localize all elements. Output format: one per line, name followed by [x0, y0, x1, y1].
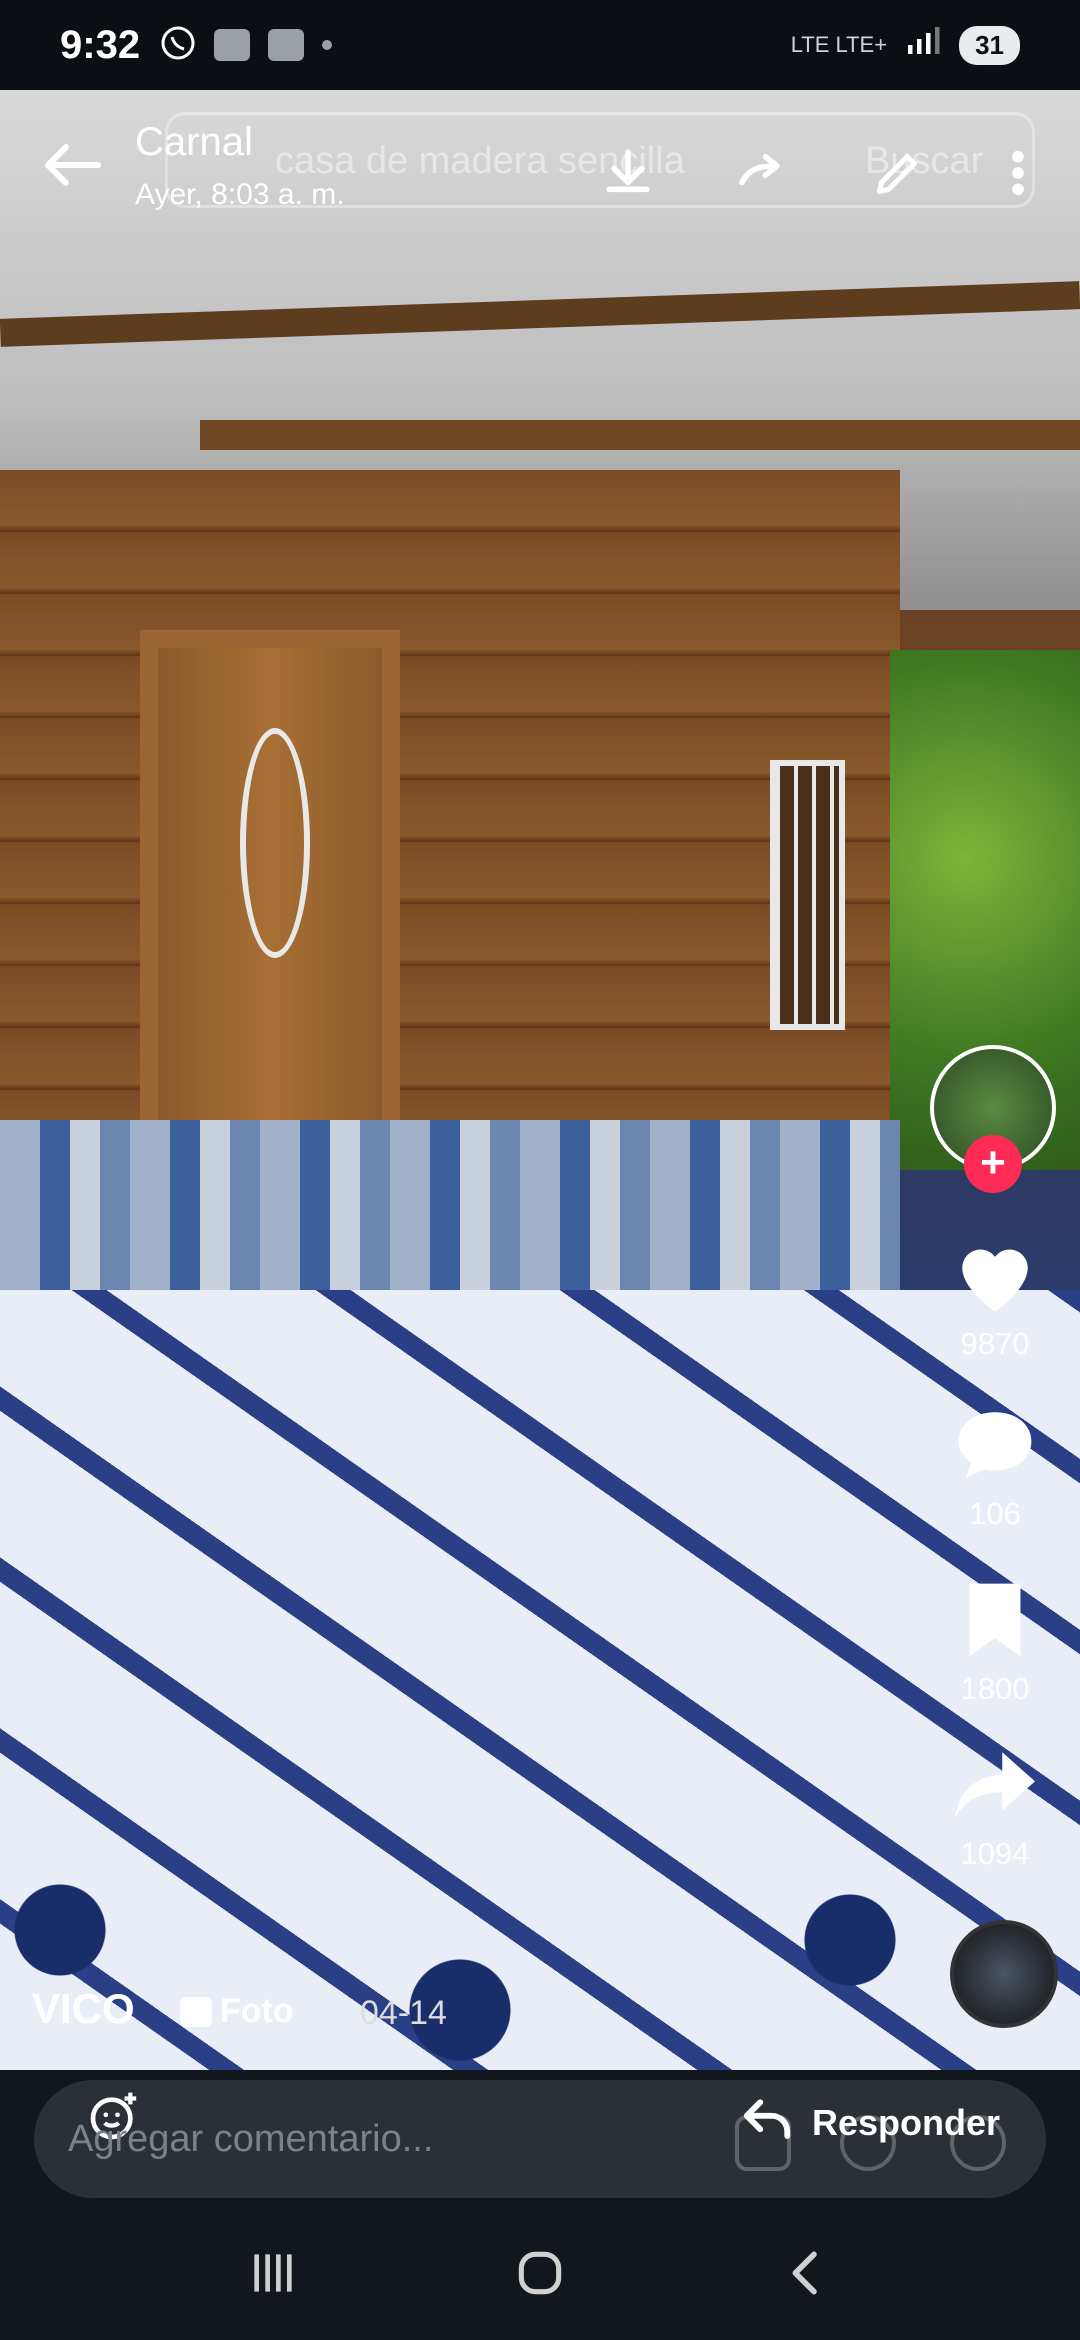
photo-window — [770, 760, 845, 1030]
system-navigation-bar — [0, 2210, 1080, 2340]
edit-pencil-icon[interactable] — [870, 145, 926, 201]
comment-bubble-icon — [951, 1412, 1039, 1489]
reply-button[interactable]: Responder — [740, 2095, 1000, 2150]
like-count: 9870 — [960, 1326, 1030, 1361]
home-icon[interactable] — [512, 2245, 568, 2306]
share-arrow-icon — [951, 1752, 1039, 1829]
status-bar: 9:32 LTE LTE+ 31 — [0, 0, 1080, 90]
post-type-text: Foto — [220, 1992, 294, 2030]
photo-wooden-wall — [0, 470, 900, 1120]
photo-beam — [200, 420, 1080, 450]
save-count: 1800 — [960, 1671, 1030, 1706]
reply-label: Responder — [812, 2101, 1001, 2143]
network-label: LTE LTE+ — [790, 32, 888, 57]
whatsapp-icon — [160, 25, 196, 66]
status-time: 9:32 — [60, 22, 141, 67]
notification-icons — [160, 25, 333, 66]
signal-icon — [905, 27, 941, 63]
download-icon[interactable] — [600, 145, 656, 201]
youtube-icon — [268, 29, 305, 61]
battery-level: 31 — [959, 25, 1020, 65]
forward-icon[interactable] — [735, 145, 791, 201]
author-name[interactable]: VICO — [32, 1985, 135, 2033]
follow-plus-button[interactable]: + — [964, 1135, 1022, 1193]
post-date: 04-14 — [360, 1994, 447, 2032]
comment-action[interactable]: 106 — [930, 1405, 1060, 1532]
heart-icon — [950, 1249, 1040, 1319]
photo-tile-floor — [0, 1290, 1080, 2070]
share-action[interactable]: 1094 — [930, 1745, 1060, 1872]
comment-placeholder: Agregar comentario... — [68, 2118, 434, 2160]
photo-type-icon — [180, 1996, 212, 2027]
post-photo[interactable] — [0, 90, 1080, 2070]
back-nav-icon[interactable] — [779, 2245, 835, 2306]
message-timestamp: Ayer, 8:03 a. m. — [135, 178, 345, 211]
recent-apps-icon[interactable] — [245, 2245, 301, 2306]
top-bar: casa de madera sencilla Buscar Carnal Ay… — [0, 90, 1080, 240]
more-options-icon[interactable] — [1000, 145, 1036, 201]
like-action[interactable]: 9870 — [930, 1235, 1060, 1362]
chat-title: Carnal — [135, 120, 253, 164]
save-action[interactable]: 1800 — [930, 1580, 1060, 1707]
back-arrow-icon[interactable] — [42, 140, 102, 190]
gallery-icon — [214, 29, 251, 61]
share-count: 1094 — [960, 1836, 1030, 1871]
more-notifications-dot — [322, 40, 333, 50]
music-disc[interactable] — [950, 1920, 1058, 2028]
reply-arrow-icon — [740, 2095, 794, 2150]
system-icons: LTE LTE+ 31 — [790, 25, 1020, 65]
comment-count: 106 — [969, 1496, 1021, 1531]
photo-door-oval — [240, 728, 310, 958]
post-type-label: Foto — [180, 1992, 294, 2031]
bookmark-icon — [960, 1583, 1030, 1664]
